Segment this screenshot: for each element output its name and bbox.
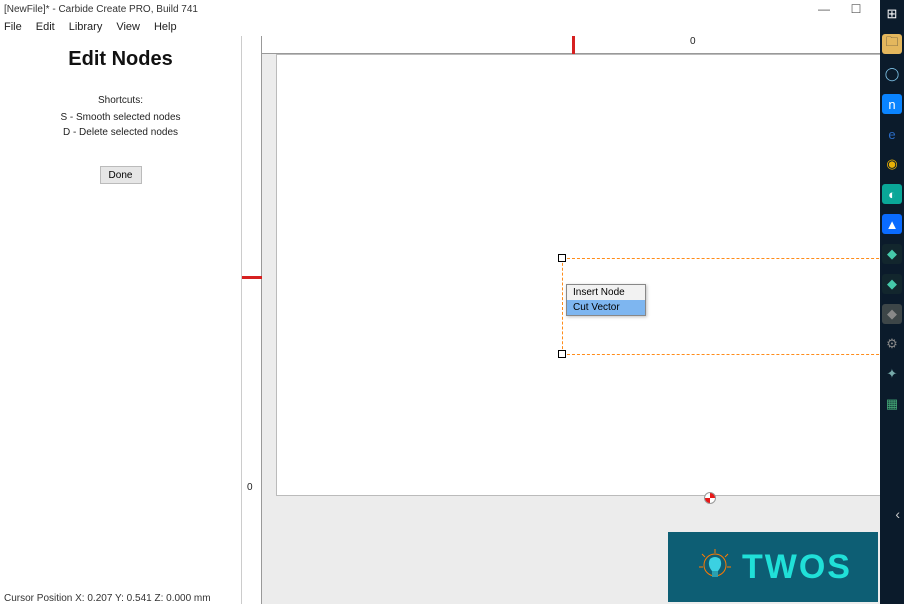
shortcuts-heading: Shortcuts: [60, 93, 180, 108]
h-ruler-cursor-mark [572, 36, 575, 54]
settings-icon[interactable]: ⚙ [882, 334, 902, 354]
menu-library[interactable]: Library [69, 21, 103, 33]
done-button[interactable]: Done [100, 166, 142, 184]
design-canvas[interactable] [262, 54, 904, 604]
vector-top-edge[interactable] [562, 258, 904, 259]
vector-left-edge[interactable] [562, 258, 563, 354]
v-ruler-label: 0 [247, 482, 253, 493]
v-ruler-cursor-mark [242, 276, 262, 279]
panel-title: Edit Nodes [68, 48, 172, 71]
minimize-button[interactable]: — [812, 2, 836, 16]
menu-view[interactable]: View [116, 21, 140, 33]
cortana-icon[interactable]: ◯ [882, 64, 902, 84]
file-explorer-icon[interactable]: 🗀 [882, 34, 902, 54]
carbide-icon-3[interactable]: ◆ [882, 304, 902, 324]
lightbulb-icon [694, 546, 736, 588]
window-title: [NewFile]* - Carbide Create PRO, Build 7… [4, 4, 812, 15]
horizontal-ruler: 0 [262, 36, 904, 54]
vector-bottom-edge[interactable] [562, 354, 904, 355]
origin-marker[interactable] [704, 492, 716, 504]
shortcuts-block: Shortcuts: S - Smooth selected nodes D -… [60, 93, 180, 140]
left-panel: Edit Nodes Shortcuts: S - Smooth selecte… [0, 36, 242, 604]
app-icon-b[interactable]: ▦ [882, 394, 902, 414]
watermark-overlay: TWOS [668, 532, 878, 602]
blue-app-icon[interactable]: ▲ [882, 214, 902, 234]
windows-taskbar: ⊞ 🗀 ◯ ne ◉ ◐ ▲ ◆ ◆ ◆ ⚙ ✦ ▦ [880, 0, 904, 604]
taskbar-chevron-icon[interactable]: ‹ [895, 506, 900, 522]
window-titlebar: [NewFile]* - Carbide Create PRO, Build 7… [0, 0, 904, 18]
h-ruler-label: 0 [690, 36, 696, 47]
app-icon-a[interactable]: ✦ [882, 364, 902, 384]
teal-app-icon[interactable]: ◐ [882, 184, 902, 204]
menu-file[interactable]: File [4, 21, 22, 33]
context-insert-node[interactable]: Insert Node [567, 285, 645, 300]
menu-help[interactable]: Help [154, 21, 177, 33]
context-cut-vector[interactable]: Cut Vector [567, 300, 645, 315]
edge-icon[interactable]: e [882, 124, 902, 144]
main-area: Edit Nodes Shortcuts: S - Smooth selecte… [0, 36, 904, 604]
carbide-icon-1[interactable]: ◆ [882, 244, 902, 264]
nordvpn-icon[interactable]: n [882, 94, 902, 114]
shortcut-delete: D - Delete selected nodes [60, 125, 180, 140]
canvas-wrap: 0 0 Insert Node Cut Vector [242, 36, 904, 604]
stock-sheet [276, 54, 904, 496]
shortcut-smooth: S - Smooth selected nodes [60, 110, 180, 125]
node-bottom-left[interactable] [558, 350, 566, 358]
maximize-button[interactable]: ☐ [844, 2, 868, 16]
windows-start-icon[interactable]: ⊞ [882, 4, 902, 24]
node-top-left[interactable] [558, 254, 566, 262]
menu-bar: File Edit Library View Help [0, 18, 904, 36]
menu-edit[interactable]: Edit [36, 21, 55, 33]
context-menu: Insert Node Cut Vector [566, 284, 646, 316]
watermark-text: TWOS [742, 548, 852, 587]
vertical-ruler: 0 [242, 36, 262, 604]
chrome-icon[interactable]: ◉ [882, 154, 902, 174]
carbide-icon-2[interactable]: ◆ [882, 274, 902, 294]
